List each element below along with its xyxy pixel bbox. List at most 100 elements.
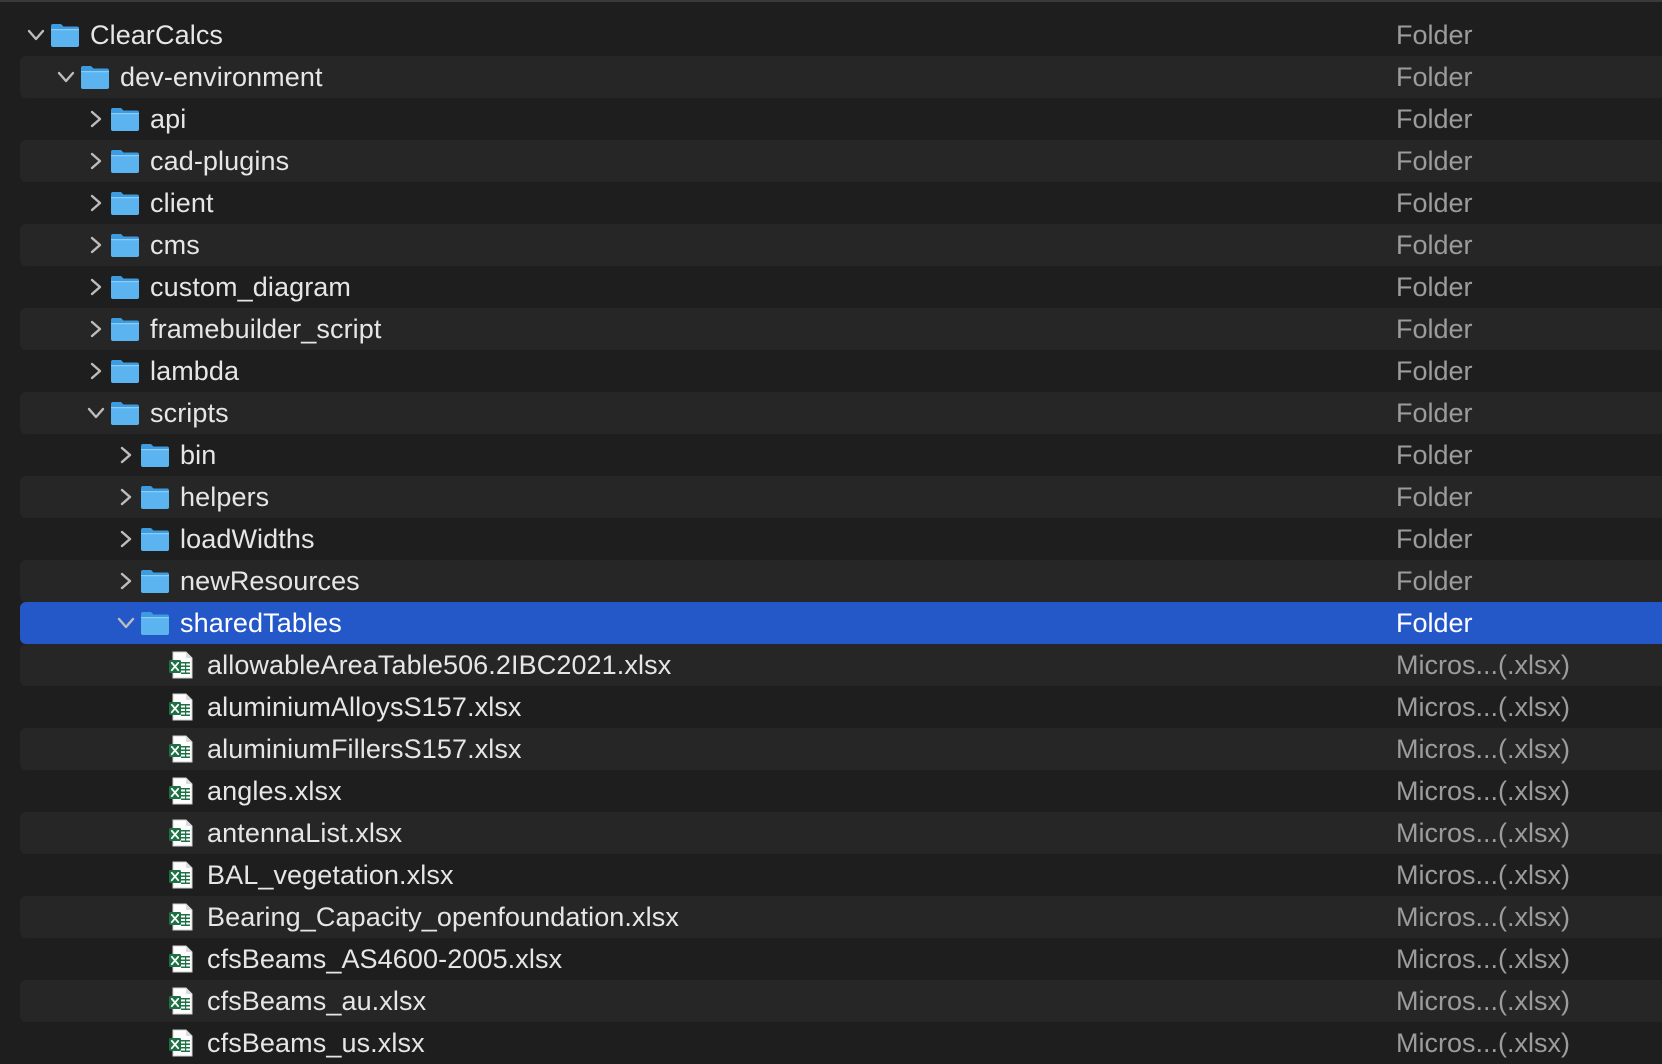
item-kind: Folder xyxy=(1396,272,1473,302)
chevron-right-icon[interactable] xyxy=(86,361,106,381)
folder-row[interactable]: cms Folder xyxy=(20,224,1662,266)
item-kind: Folder xyxy=(1396,104,1473,134)
excel-file-icon xyxy=(168,987,194,1015)
item-kind: Micros...(.xlsx) xyxy=(1396,776,1570,806)
chevron-right-icon[interactable] xyxy=(116,487,136,507)
item-kind: Folder xyxy=(1396,146,1473,176)
file-row[interactable]: allowableAreaTable506.2IBC2021.xlsx Micro… xyxy=(20,644,1662,686)
chevron-right-icon[interactable] xyxy=(86,235,106,255)
file-row[interactable]: antennaList.xlsx Micros...(.xlsx) xyxy=(20,812,1662,854)
folder-row[interactable]: ClearCalcs Folder xyxy=(20,14,1662,56)
item-kind: Micros...(.xlsx) xyxy=(1396,986,1570,1016)
folder-icon xyxy=(80,64,110,90)
chevron-right-icon[interactable] xyxy=(116,571,136,591)
folder-icon xyxy=(110,358,140,384)
file-row[interactable]: cfsBeams_au.xlsx Micros...(.xlsx) xyxy=(20,980,1662,1022)
chevron-right-icon[interactable] xyxy=(86,319,106,339)
folder-icon xyxy=(50,22,80,48)
item-name: Bearing_Capacity_openfoundation.xlsx xyxy=(207,902,679,932)
item-name: lambda xyxy=(150,356,240,386)
item-kind: Folder xyxy=(1396,524,1473,554)
item-name: scripts xyxy=(150,398,229,428)
file-list: ClearCalcs Folder dev-environment Folder api… xyxy=(20,14,1662,1064)
folder-icon xyxy=(140,526,170,552)
excel-file-icon xyxy=(168,693,194,721)
item-name: framebuilder_script xyxy=(150,314,382,344)
item-kind: Folder xyxy=(1396,230,1473,260)
file-row[interactable]: angles.xlsx Micros...(.xlsx) xyxy=(20,770,1662,812)
file-row[interactable]: cfsBeams_us.xlsx Micros...(.xlsx) xyxy=(20,1022,1662,1064)
chevron-right-icon[interactable] xyxy=(86,277,106,297)
excel-file-icon xyxy=(168,651,194,679)
chevron-right-icon[interactable] xyxy=(86,151,106,171)
item-name: aluminiumFillersS157.xlsx xyxy=(207,734,522,764)
chevron-down-icon[interactable] xyxy=(86,403,106,423)
folder-row[interactable]: client Folder xyxy=(20,182,1662,224)
item-name: aluminiumAlloysS157.xlsx xyxy=(207,692,522,722)
item-name: client xyxy=(150,188,214,218)
chevron-down-icon[interactable] xyxy=(56,67,76,87)
file-row[interactable]: BAL_vegetation.xlsx Micros...(.xlsx) xyxy=(20,854,1662,896)
item-name: cfsBeams_au.xlsx xyxy=(207,986,427,1016)
item-name: BAL_vegetation.xlsx xyxy=(207,860,454,890)
item-kind: Folder xyxy=(1396,62,1473,92)
folder-icon xyxy=(110,316,140,342)
item-name: cms xyxy=(150,230,200,260)
folder-row[interactable]: cad-plugins Folder xyxy=(20,140,1662,182)
item-kind: Micros...(.xlsx) xyxy=(1396,692,1570,722)
item-name: sharedTables xyxy=(180,608,342,638)
file-row[interactable]: Bearing_Capacity_openfoundation.xlsx Micr… xyxy=(20,896,1662,938)
chevron-down-icon[interactable] xyxy=(26,25,46,45)
item-name: bin xyxy=(180,440,217,470)
chevron-down-icon[interactable] xyxy=(116,613,136,633)
item-name: newResources xyxy=(180,566,360,596)
item-name: cfsBeams_AS4600-2005.xlsx xyxy=(207,944,563,974)
folder-row[interactable]: helpers Folder xyxy=(20,476,1662,518)
item-kind: Folder xyxy=(1396,314,1473,344)
chevron-right-icon[interactable] xyxy=(116,445,136,465)
folder-row[interactable]: dev-environment Folder xyxy=(20,56,1662,98)
item-kind: Folder xyxy=(1396,398,1473,428)
item-name: angles.xlsx xyxy=(207,776,342,806)
item-name: dev-environment xyxy=(120,62,323,92)
excel-file-icon xyxy=(168,735,194,763)
folder-row[interactable]: newResources Folder xyxy=(20,560,1662,602)
folder-row[interactable]: api Folder xyxy=(20,98,1662,140)
item-kind: Micros...(.xlsx) xyxy=(1396,1028,1570,1058)
file-row[interactable]: aluminiumAlloysS157.xlsx Micros...(.xlsx) xyxy=(20,686,1662,728)
folder-icon xyxy=(140,442,170,468)
item-kind: Folder xyxy=(1396,566,1473,596)
file-row[interactable]: aluminiumFillersS157.xlsx Micros...(.xlsx… xyxy=(20,728,1662,770)
folder-icon xyxy=(110,232,140,258)
item-kind: Folder xyxy=(1396,20,1473,50)
folder-row[interactable]: bin Folder xyxy=(20,434,1662,476)
folder-icon xyxy=(140,568,170,594)
excel-file-icon xyxy=(168,861,194,889)
item-name: helpers xyxy=(180,482,270,512)
folder-row[interactable]: loadWidths Folder xyxy=(20,518,1662,560)
item-name: antennaList.xlsx xyxy=(207,818,403,848)
chevron-right-icon[interactable] xyxy=(86,193,106,213)
item-kind: Folder xyxy=(1396,482,1473,512)
folder-icon xyxy=(110,190,140,216)
folder-row[interactable]: scripts Folder xyxy=(20,392,1662,434)
excel-file-icon xyxy=(168,819,194,847)
folder-icon xyxy=(140,610,170,636)
finder-window: ClearCalcs Folder dev-environment Folder api… xyxy=(0,0,1662,1058)
folder-row[interactable]: custom_diagram Folder xyxy=(20,266,1662,308)
folder-row[interactable]: framebuilder_script Folder xyxy=(20,308,1662,350)
item-kind: Micros...(.xlsx) xyxy=(1396,902,1570,932)
chevron-right-icon[interactable] xyxy=(86,109,106,129)
item-kind: Folder xyxy=(1396,356,1473,386)
item-kind: Micros...(.xlsx) xyxy=(1396,860,1570,890)
folder-row[interactable]: lambda Folder xyxy=(20,350,1662,392)
folder-icon xyxy=(110,106,140,132)
item-kind: Micros...(.xlsx) xyxy=(1396,818,1570,848)
excel-file-icon xyxy=(168,903,194,931)
file-row[interactable]: cfsBeams_AS4600-2005.xlsx Micros...(.xlsx… xyxy=(20,938,1662,980)
item-name: allowableAreaTable506.2IBC2021.xlsx xyxy=(207,650,672,680)
item-kind: Micros...(.xlsx) xyxy=(1396,734,1570,764)
item-name: ClearCalcs xyxy=(90,20,224,50)
chevron-right-icon[interactable] xyxy=(116,529,136,549)
folder-row[interactable]: sharedTables Folder xyxy=(20,602,1662,644)
